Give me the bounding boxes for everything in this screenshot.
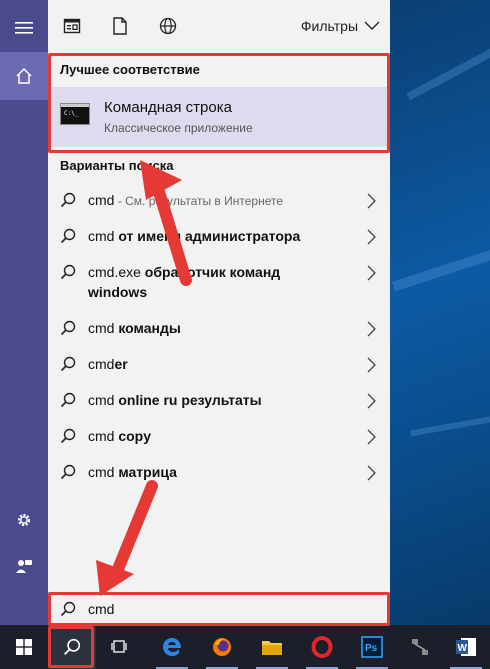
suggestions-header: Варианты поиска [60,158,174,173]
document-icon [113,17,127,35]
search-icon [60,356,76,372]
chevron-right-icon[interactable] [367,321,376,337]
suggestion-prefix: cmd [88,428,115,444]
svg-text:Ps: Ps [365,643,378,654]
filters-dropdown[interactable]: Фильтры [301,18,380,34]
suggestion-prefix: cmd.exe [88,264,141,280]
suggestion-item[interactable]: cmd copy [48,426,390,448]
search-icon [60,428,76,444]
opera-app-button[interactable] [298,625,346,669]
apps-scope-button[interactable] [60,14,84,38]
network-icon [412,639,428,655]
hamburger-icon [15,22,33,34]
chevron-right-icon[interactable] [367,193,376,209]
suggestion-prefix: cmd [88,320,115,336]
suggestion-item[interactable]: cmder [48,354,390,376]
task-view-button[interactable] [96,625,144,669]
home-button[interactable] [0,52,48,100]
chevron-down-icon [364,21,380,30]
search-icon [60,264,76,280]
word-app-button[interactable]: W [442,625,490,669]
apps-icon [63,18,81,34]
windows-logo-icon [16,639,32,655]
suggestion-bold: er [114,356,128,372]
word-icon: W [456,638,476,656]
annotation-highlight-search-button [48,626,94,668]
hamburger-menu-button[interactable] [0,4,48,52]
suggestion-prefix: cmd [88,228,115,244]
firefox-icon [213,638,231,656]
desktop-background [390,0,490,625]
edge-icon [163,638,181,656]
suggestion-bold: матрица [114,464,177,480]
suggestion-prefix: cmd [88,192,115,208]
chevron-right-icon[interactable] [367,265,376,281]
search-icon [60,192,76,208]
home-icon [16,67,32,84]
chevron-right-icon[interactable] [367,393,376,409]
chevron-right-icon[interactable] [367,465,376,481]
search-icon [60,392,76,408]
suggestion-item[interactable]: cmd команды [48,318,390,340]
suggestion-bold: online ru результаты [114,392,262,408]
suggestion-item[interactable]: cmd online ru результаты [48,390,390,412]
annotation-highlight-best-match [48,53,390,153]
annotation-highlight-search-box [48,592,390,626]
filters-label: Фильтры [300,18,358,34]
feedback-button[interactable] [0,542,48,590]
suggestion-bold: от имени администратора [114,228,301,244]
edge-app-button[interactable] [148,625,196,669]
photoshop-icon: Ps [361,636,383,658]
chevron-right-icon[interactable] [367,229,376,245]
suggestion-hint: - См. результаты в Интернете [114,194,284,208]
web-scope-button[interactable] [156,14,180,38]
suggestion-item[interactable]: cmd.exe обработчик команд windows [48,262,390,304]
suggestion-prefix: cmd [88,356,115,372]
photoshop-app-button[interactable]: Ps [348,625,396,669]
suggestion-prefix: cmd [88,464,115,480]
folder-icon [262,641,282,655]
search-icon [60,228,76,244]
network-app-button[interactable] [396,625,444,669]
gear-icon [17,513,31,527]
suggestion-item[interactable]: cmd от имени администратора [48,226,390,248]
start-menu-rail [0,0,48,625]
suggestion-item[interactable]: cmd матрица [48,462,390,484]
chevron-right-icon[interactable] [367,357,376,373]
search-icon [60,320,76,336]
documents-scope-button[interactable] [108,14,132,38]
suggestion-bold: команды [114,320,181,336]
settings-button[interactable] [0,496,48,544]
opera-icon [311,636,333,658]
suggestion-item[interactable]: cmd - См. результаты в Интернете [48,190,390,212]
search-scope-bar: Фильтры [48,0,390,52]
file-explorer-button[interactable] [248,625,296,669]
start-button[interactable] [0,625,48,669]
suggestion-bold: copy [114,428,152,444]
feedback-icon [16,560,32,573]
search-icon [60,464,76,480]
firefox-app-button[interactable] [198,625,246,669]
task-view-icon [111,640,127,653]
svg-text:W: W [458,643,468,654]
chevron-right-icon[interactable] [367,429,376,445]
globe-icon [159,17,177,35]
suggestion-prefix: cmd [88,392,115,408]
